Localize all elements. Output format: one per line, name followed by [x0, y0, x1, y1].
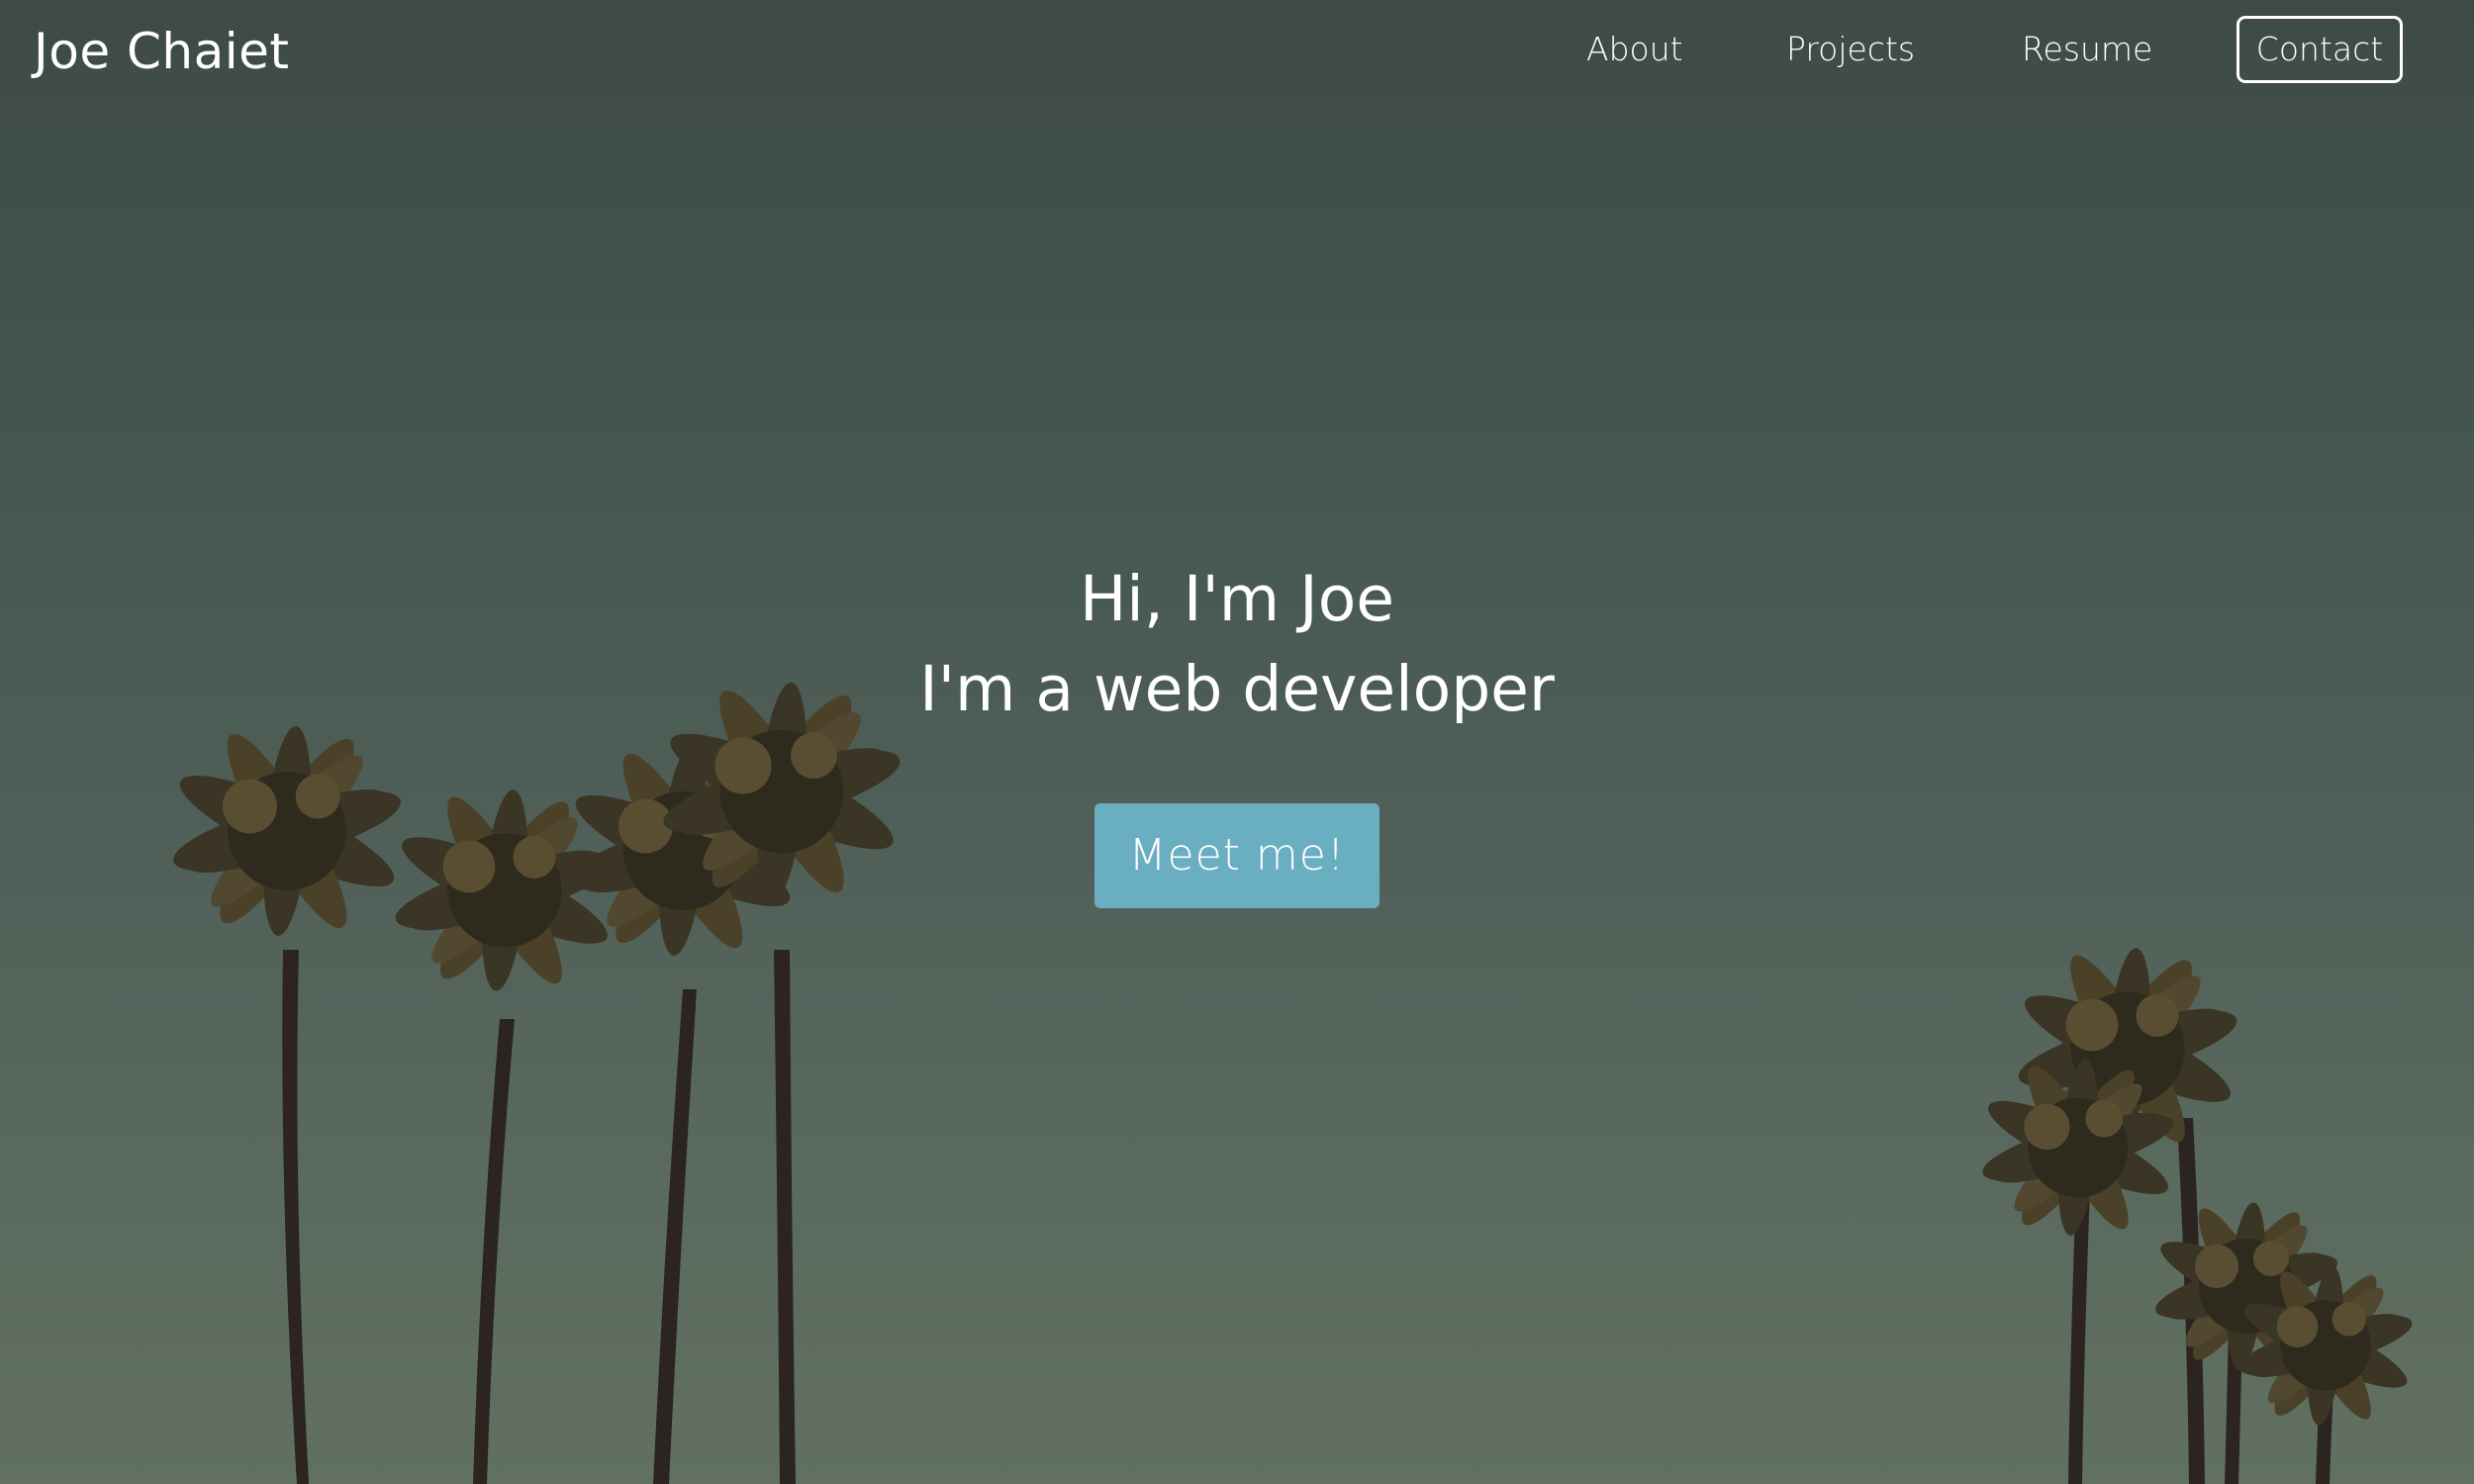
nav-resume[interactable]: Resume	[2022, 28, 2152, 71]
top-navbar: Joe Chaiet About Projects Resume Contact	[0, 0, 2474, 101]
nav-about[interactable]: About	[1586, 28, 1683, 71]
palm-trunk	[774, 950, 796, 1484]
palm-crown	[166, 722, 408, 940]
hero-greeting: Hi, I'm Joe	[1079, 563, 1395, 635]
brand-logo[interactable]: Joe Chaiet	[34, 22, 290, 81]
hero-heading: Hi, I'm Joe I'm a web developer	[742, 554, 1732, 734]
hero-tagline: I'm a web developer	[919, 653, 1555, 725]
palm-trunk	[282, 950, 309, 1484]
palm-trunk	[653, 989, 697, 1484]
palm-trees-background	[166, 678, 2418, 1484]
nav-projects[interactable]: Projects	[1786, 28, 1915, 71]
page: Joe Chaiet About Projects Resume Contact…	[0, 0, 2474, 1484]
palm-trunk	[473, 1019, 515, 1484]
nav-contact-button[interactable]: Contact	[2236, 16, 2403, 83]
meet-me-button[interactable]: Meet me!	[1094, 803, 1380, 908]
